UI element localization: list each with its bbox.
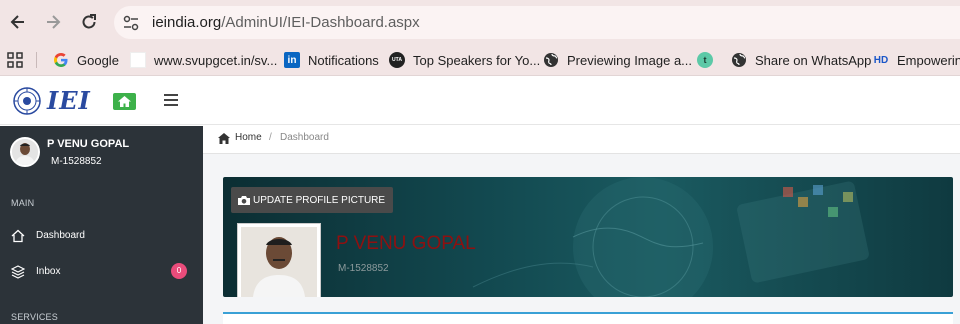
t-circle-icon: t (697, 52, 713, 68)
bookmark-label: Share on WhatsApp (755, 52, 872, 68)
bookmark-notifications[interactable]: in Notifications (284, 51, 379, 69)
uta-icon: UTA (389, 52, 405, 68)
layers-icon (11, 265, 25, 279)
breadcrumb: Home / Dashboard (203, 126, 960, 154)
bookmarks-divider (36, 52, 37, 68)
avatar[interactable] (10, 137, 40, 167)
home-button[interactable] (113, 93, 136, 110)
arrow-right-icon (47, 15, 61, 29)
google-icon (53, 52, 69, 68)
profile-banner: UPDATE PROFILE PICTURE P VENU GOPAL M-15… (223, 177, 953, 297)
sidebar-item-label: Inbox (36, 266, 61, 277)
sidebar-item-inbox[interactable]: Inbox 0 (0, 259, 203, 287)
update-profile-picture-label: UPDATE PROFILE PICTURE (253, 194, 386, 206)
profile-photo (238, 224, 320, 297)
bookmarks-bar: Google www.svupgcet.in/sv... in Notificat… (0, 44, 960, 76)
home-outline-icon (11, 229, 25, 243)
hamburger-menu-button[interactable] (164, 94, 178, 108)
content-panel-top (223, 312, 953, 324)
home-icon (218, 133, 230, 144)
breadcrumb-current: Dashboard (280, 132, 329, 143)
bookmark-svupgcet[interactable]: www.svupgcet.in/sv... (130, 51, 277, 69)
section-label-services: SERVICES (11, 312, 58, 322)
linkedin-icon: in (284, 52, 300, 68)
bookmark-label: Notifications (308, 52, 379, 68)
update-profile-picture-button[interactable]: UPDATE PROFILE PICTURE (231, 187, 394, 213)
sidebar-item-dashboard[interactable]: Dashboard (0, 223, 203, 251)
camera-icon (238, 195, 250, 205)
sidebar-item-label: Dashboard (36, 230, 85, 241)
address-bar[interactable]: ieindia.org/AdminUI/IEI-Dashboard.aspx (114, 6, 960, 39)
sidebar-user-id: M-1528852 (51, 156, 102, 167)
app-header: IEI (0, 77, 960, 125)
section-label-main: MAIN (11, 198, 35, 208)
bookmark-label: www.svupgcet.in/sv... (154, 52, 278, 68)
sidebar: P VENU GOPAL M-1528852 MAIN Dashboard In… (0, 126, 203, 324)
reload-button[interactable] (77, 10, 101, 34)
bookmark-empowering[interactable]: HD Empowering (873, 51, 960, 69)
breadcrumb-home[interactable]: Home (235, 132, 262, 143)
bookmark-google[interactable]: Google (53, 51, 119, 69)
globe-icon (731, 52, 747, 68)
bookmark-label: Google (77, 52, 119, 68)
bookmark-t[interactable]: t (697, 51, 721, 69)
site-settings-icon[interactable] (122, 14, 140, 32)
bookmark-label: Top Speakers for Yo... (413, 52, 541, 68)
logo-text[interactable]: IEI (47, 86, 91, 115)
banner-profile-name: P VENU GOPAL (336, 233, 476, 254)
banner-member-id: M-1528852 (338, 263, 389, 274)
sidebar-user-name: P VENU GOPAL (47, 138, 130, 150)
bookmark-label: Previewing Image a... (567, 52, 693, 68)
globe-icon (543, 52, 559, 68)
breadcrumb-separator: / (269, 132, 272, 143)
apps-button[interactable] (7, 51, 23, 69)
forward-button[interactable] (41, 10, 65, 34)
bookmark-previewing-image[interactable]: Previewing Image a... (543, 51, 692, 69)
blank-page-icon (130, 52, 146, 68)
sidebar-user: P VENU GOPAL M-1528852 (0, 126, 203, 181)
url-path: /AdminUI/IEI-Dashboard.aspx (221, 14, 420, 31)
url-host: ieindia.org (152, 14, 222, 31)
url-text: ieindia.org/AdminUI/IEI-Dashboard.aspx (152, 14, 420, 31)
hd-icon: HD (873, 54, 889, 66)
browser-toolbar: ieindia.org/AdminUI/IEI-Dashboard.aspx (0, 0, 960, 44)
inbox-count-badge: 0 (171, 263, 187, 279)
iei-emblem-icon[interactable] (11, 86, 43, 116)
arrow-left-icon (10, 15, 24, 29)
back-button[interactable] (6, 10, 30, 34)
bookmark-top-speakers[interactable]: UTA Top Speakers for Yo... (389, 51, 540, 69)
main-content: Home / Dashboard UPDATE PROFILE PICTURE (203, 126, 960, 324)
apps-grid-icon (7, 52, 23, 68)
reload-icon (82, 14, 96, 29)
bookmark-label: Empowering (897, 52, 960, 68)
home-icon (118, 96, 131, 107)
bookmark-share-whatsapp[interactable]: Share on WhatsApp (731, 51, 871, 69)
